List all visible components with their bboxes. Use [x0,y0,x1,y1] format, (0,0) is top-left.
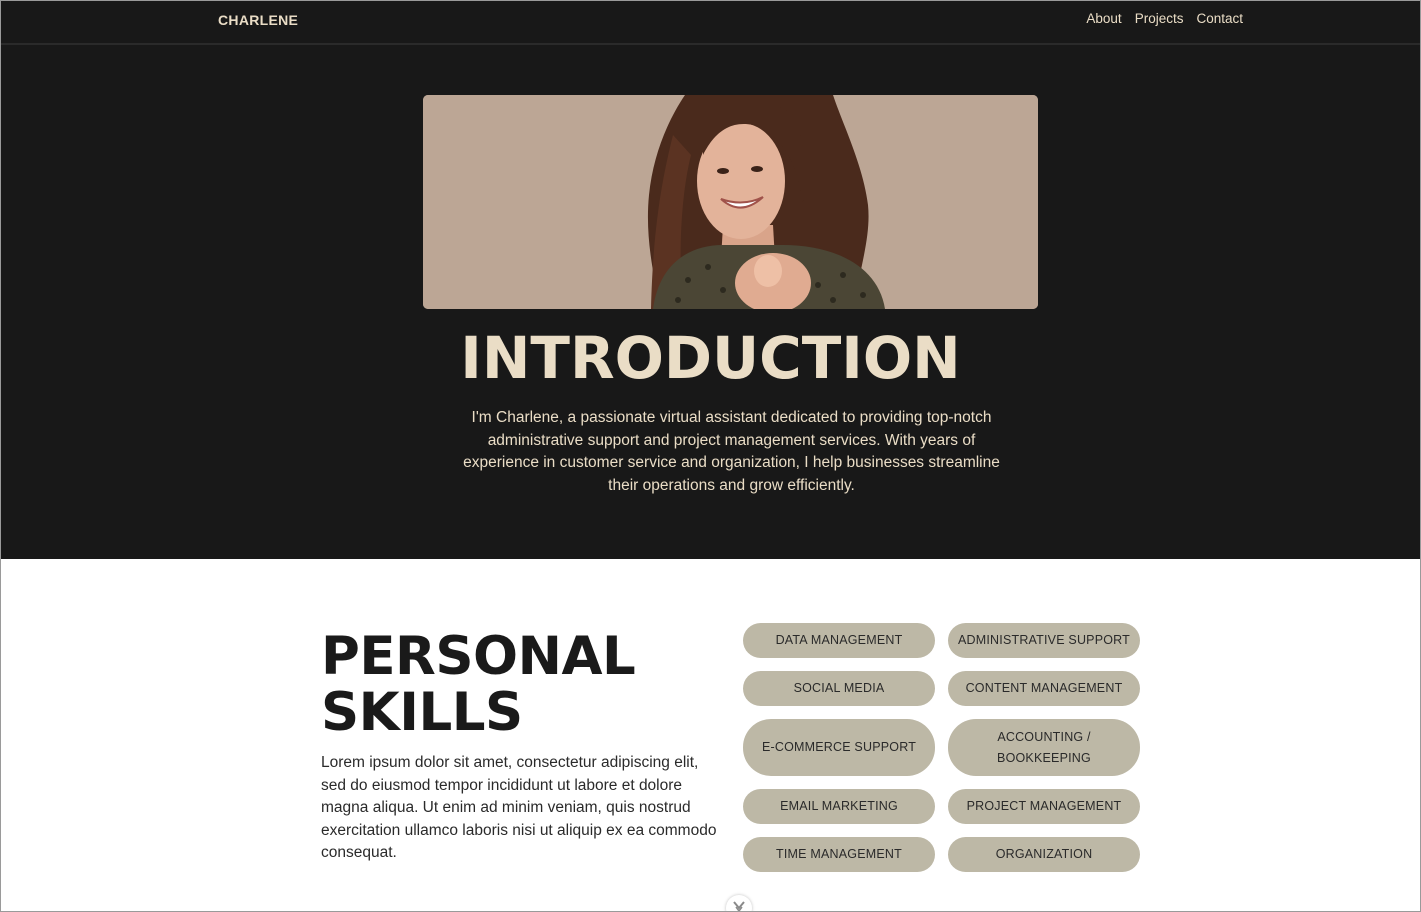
portrait-illustration [423,95,1038,309]
nav-links: About Projects Contact [1086,11,1243,26]
skills-description: Lorem ipsum dolor sit amet, consectetur … [321,754,717,861]
brand-logo[interactable]: CHARLENE [218,12,298,28]
skills-title-line2: SKILLS [321,682,523,743]
scroll-down-button[interactable] [726,895,752,911]
skill-pill-social-media[interactable]: SOCIAL MEDIA [743,671,935,706]
hero-photo [423,95,1038,309]
skill-pill-project-management[interactable]: PROJECT MANAGEMENT [948,789,1140,824]
intro-text: I'm Charlene, a passionate virtual assis… [463,409,1000,494]
hero-section: INTRODUCTION I'm Charlene, a passionate … [1,45,1420,559]
nav-link-contact[interactable]: Contact [1196,11,1243,26]
skill-pill-accounting-bookkeeping[interactable]: ACCOUNTING / BOOKKEEPING [948,719,1140,776]
nav-link-about[interactable]: About [1086,11,1121,26]
skill-pill-ecommerce-support[interactable]: E-COMMERCE SUPPORT [743,719,935,776]
skills-section: PERSONAL SKILLS Lorem ipsum dolor sit am… [1,559,1420,911]
page: CHARLENE About Projects Contact INTRODUC… [0,0,1421,912]
intro-title: INTRODUCTION [460,324,961,392]
skill-pill-email-marketing[interactable]: EMAIL MARKETING [743,789,935,824]
navbar: CHARLENE About Projects Contact [1,1,1420,45]
skill-pill-data-management[interactable]: DATA MANAGEMENT [743,623,935,658]
skills-title: PERSONAL SKILLS [321,629,701,741]
nav-link-projects[interactable]: Projects [1135,11,1184,26]
skill-pill-organization[interactable]: ORGANIZATION [948,837,1140,872]
skill-pill-administrative-support[interactable]: ADMINISTRATIVE SUPPORT [948,623,1140,658]
chevron-down-icon [733,901,745,911]
skill-pill-content-management[interactable]: CONTENT MANAGEMENT [948,671,1140,706]
skill-pill-time-management[interactable]: TIME MANAGEMENT [743,837,935,872]
skills-title-line1: PERSONAL [321,626,636,687]
